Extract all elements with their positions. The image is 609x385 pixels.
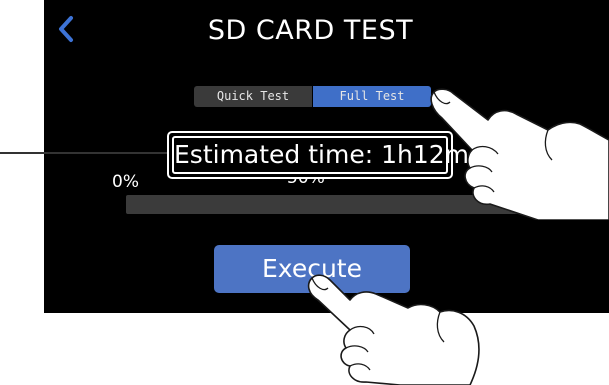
tab-full-test[interactable]: Full Test bbox=[313, 86, 431, 107]
tab-quick-test[interactable]: Quick Test bbox=[194, 86, 312, 107]
progress-start-label: 0% bbox=[112, 172, 139, 192]
progress-bar bbox=[126, 195, 526, 214]
execute-button[interactable]: Execute bbox=[214, 245, 410, 293]
page-title: SD CARD TEST bbox=[207, 15, 414, 46]
estimated-time-callout: Estimated time: 1h12m bbox=[167, 131, 469, 179]
estimated-time-text: Estimated time: 1h12m bbox=[172, 136, 469, 174]
test-mode-tabs: Quick Test Full Test bbox=[194, 86, 431, 107]
callout-line bbox=[0, 152, 168, 154]
